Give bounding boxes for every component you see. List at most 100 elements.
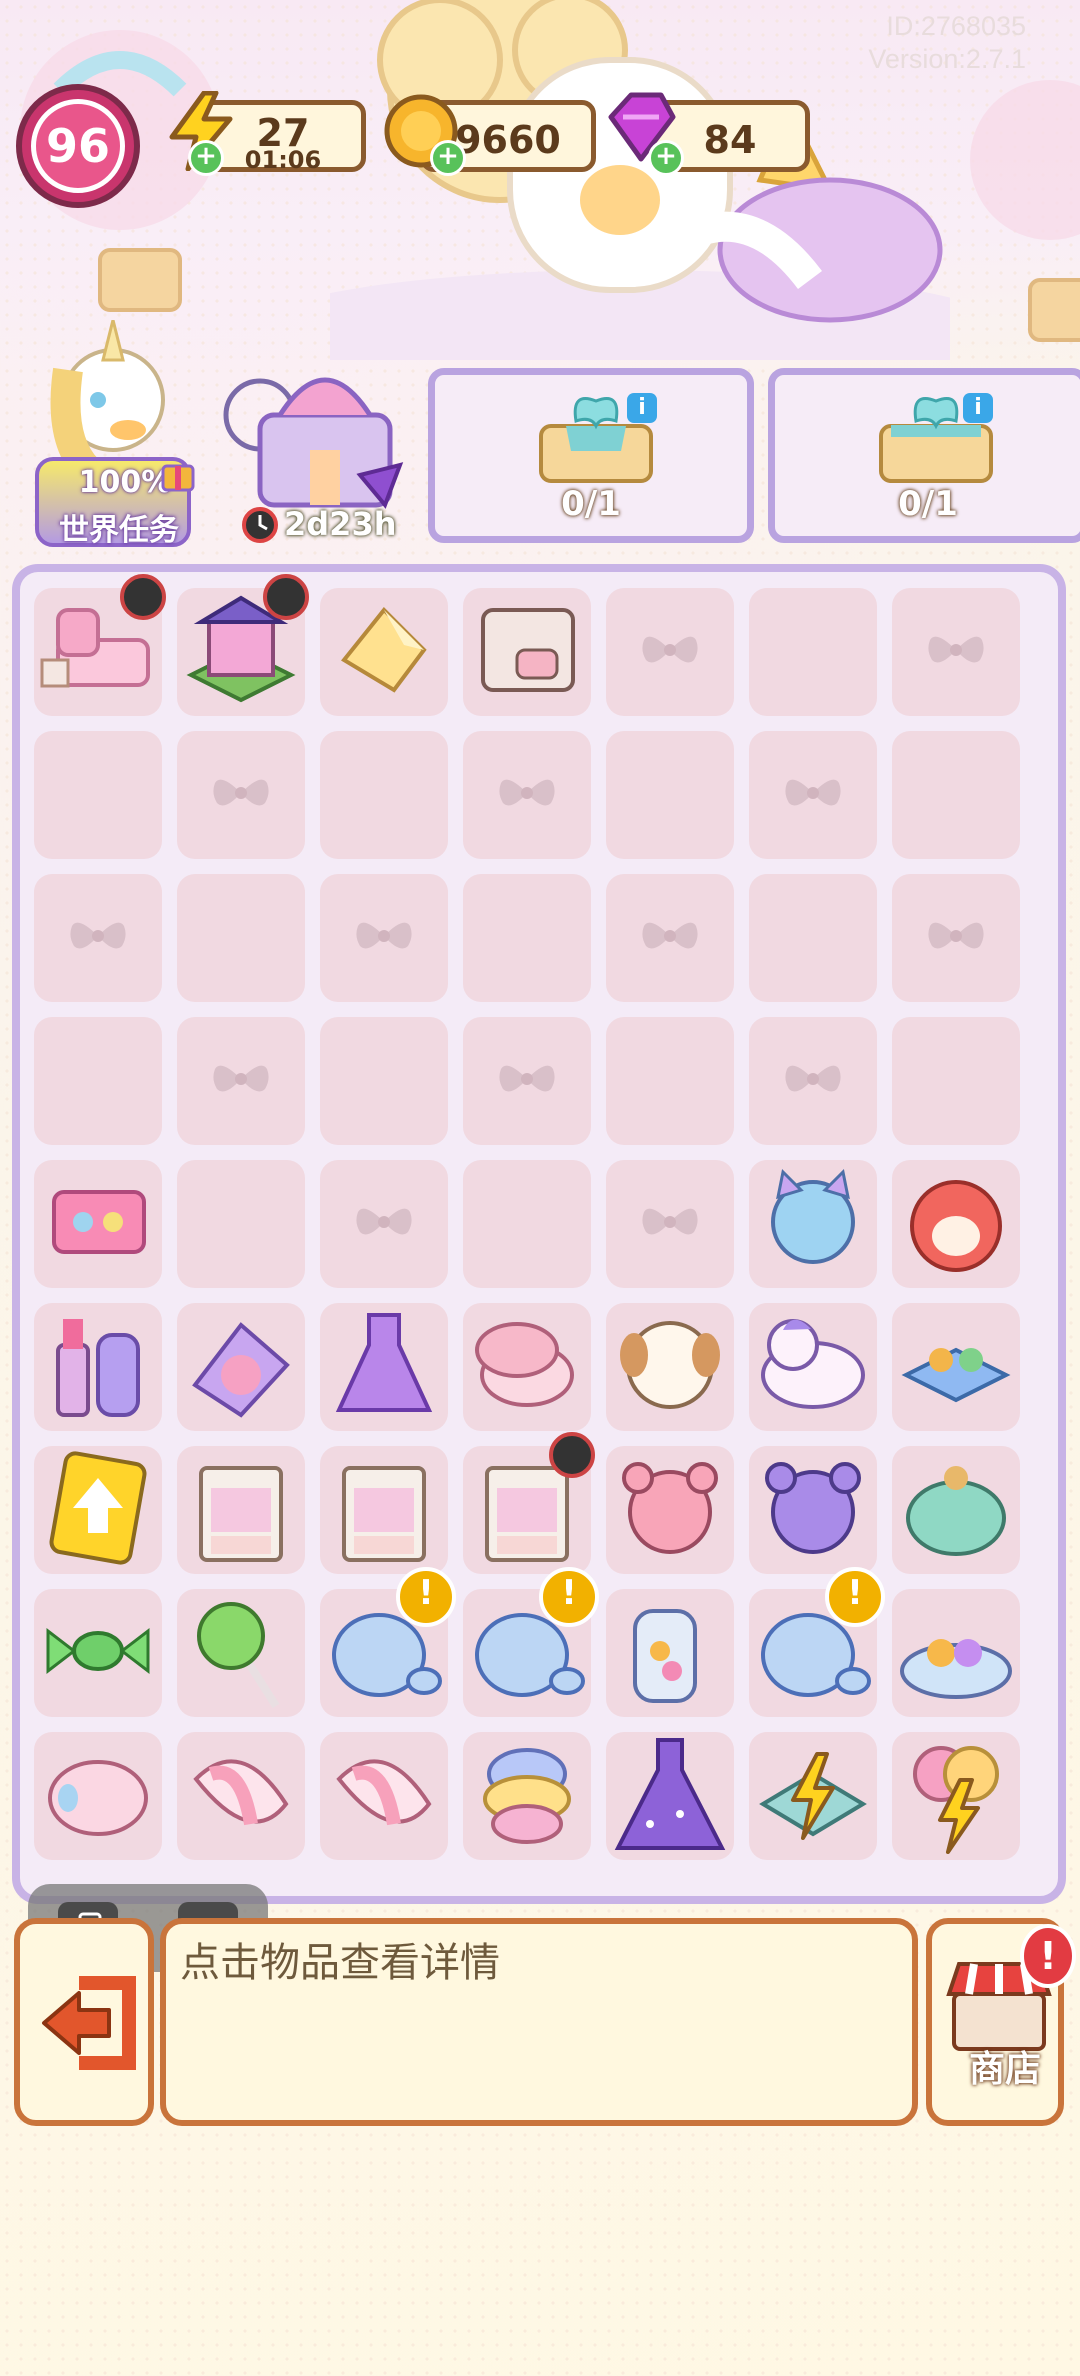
board-cell[interactable] — [177, 574, 309, 716]
candy-plate-icon[interactable] — [896, 1591, 1016, 1711]
energy-gift-box-icon[interactable] — [753, 1734, 873, 1854]
board-cell[interactable] — [606, 874, 734, 1002]
pink-bear-plush-icon[interactable] — [610, 1448, 730, 1568]
board-cell[interactable] — [749, 1017, 877, 1145]
wardrobe-icon[interactable] — [181, 1448, 301, 1568]
board-cell[interactable] — [34, 1732, 162, 1860]
board-cell[interactable] — [749, 874, 877, 1002]
board-cell[interactable] — [749, 731, 877, 859]
ball-gown-icon[interactable] — [610, 1734, 730, 1854]
board-cell[interactable] — [892, 1446, 1020, 1574]
blush-compact-icon[interactable] — [181, 1305, 301, 1425]
board-cell[interactable] — [34, 1160, 162, 1288]
board-cell[interactable] — [177, 1589, 305, 1717]
pastel-cotton-candy-icon[interactable] — [467, 1734, 587, 1854]
upgrade-card-icon[interactable] — [38, 1448, 158, 1568]
marshmallow-icon[interactable] — [38, 1734, 158, 1854]
puppy-plush-icon[interactable] — [610, 1305, 730, 1425]
order-info-button-2[interactable]: i — [963, 393, 993, 423]
lipstick-set-icon[interactable] — [38, 1305, 158, 1425]
board-cell[interactable] — [892, 1017, 1020, 1145]
add-coins-button[interactable]: + — [430, 140, 466, 176]
exit-panel[interactable] — [14, 1918, 154, 2126]
board-cell[interactable] — [177, 1160, 305, 1288]
board-cell[interactable] — [320, 1160, 448, 1288]
pig-dresser-icon[interactable] — [467, 590, 587, 710]
board-cell[interactable] — [606, 1732, 734, 1860]
board-cell[interactable]: ! — [463, 1567, 599, 1717]
board-cell[interactable] — [320, 1017, 448, 1145]
board-cell[interactable]: ! — [749, 1567, 885, 1717]
board-cell[interactable] — [34, 1589, 162, 1717]
order-info-button-1[interactable]: i — [627, 393, 657, 423]
board-cell[interactable] — [892, 731, 1020, 859]
board-cell[interactable] — [463, 588, 591, 716]
board-cell[interactable] — [606, 731, 734, 859]
board-cell[interactable] — [320, 1303, 448, 1431]
purple-dress-icon[interactable] — [324, 1305, 444, 1425]
board-cell[interactable] — [320, 588, 448, 716]
board-cell[interactable] — [892, 1589, 1020, 1717]
board-cell[interactable] — [749, 1732, 877, 1860]
red-hamster-plush-icon[interactable] — [896, 1162, 1016, 1282]
unicorn-plush-icon[interactable] — [753, 1305, 873, 1425]
board-cell[interactable] — [463, 1732, 591, 1860]
board-cell[interactable] — [177, 1017, 305, 1145]
board-cell[interactable] — [34, 574, 166, 716]
player-level-badge[interactable]: 96 — [16, 84, 140, 208]
board-cell[interactable] — [177, 1732, 305, 1860]
board-cell[interactable] — [320, 731, 448, 859]
board-cell[interactable] — [177, 1303, 305, 1431]
order-slot-2[interactable]: i 0/1 — [768, 368, 1080, 543]
purple-bear-plush-icon[interactable] — [753, 1448, 873, 1568]
board-cell[interactable] — [34, 1446, 162, 1574]
add-gems-button[interactable]: + — [648, 140, 684, 176]
candy-jar-icon[interactable] — [610, 1591, 730, 1711]
board-cell[interactable] — [463, 1432, 595, 1574]
order-slot-1[interactable]: i 0/1 — [428, 368, 754, 543]
board-cell[interactable] — [606, 588, 734, 716]
board-cell[interactable] — [892, 588, 1020, 716]
board-cell[interactable] — [892, 1160, 1020, 1288]
wrapped-candy-icon[interactable] — [38, 1591, 158, 1711]
board-cell[interactable] — [749, 588, 877, 716]
board-cell[interactable] — [177, 731, 305, 859]
board-cell[interactable] — [177, 874, 305, 1002]
add-energy-button[interactable]: + — [188, 140, 224, 176]
marshmallow-pink-icon[interactable] — [324, 1734, 444, 1854]
board-cell[interactable] — [320, 874, 448, 1002]
board-cell[interactable] — [892, 1732, 1020, 1860]
board-cell[interactable] — [177, 1446, 305, 1574]
butter-slice-icon[interactable] — [324, 590, 444, 710]
board-cell[interactable] — [606, 1303, 734, 1431]
board-cell[interactable] — [749, 1303, 877, 1431]
board-cell[interactable] — [463, 731, 591, 859]
board-cell[interactable] — [34, 1017, 162, 1145]
board-cell[interactable] — [463, 1017, 591, 1145]
seal-plush-icon[interactable] — [896, 1448, 1016, 1568]
board-cell[interactable] — [892, 1303, 1020, 1431]
powder-box-icon[interactable] — [467, 1305, 587, 1425]
marshmallow-pink-icon[interactable] — [181, 1734, 301, 1854]
board-cell[interactable] — [606, 1160, 734, 1288]
lollipop-icon[interactable] — [181, 1591, 301, 1711]
board-cell[interactable] — [749, 1446, 877, 1574]
blue-cat-plush-icon[interactable] — [753, 1162, 873, 1282]
carnival-event-icon[interactable] — [220, 355, 410, 515]
board-cell[interactable] — [463, 1303, 591, 1431]
board-cell[interactable] — [606, 1589, 734, 1717]
board-cell[interactable] — [892, 874, 1020, 1002]
board-cell[interactable]: ! — [320, 1567, 456, 1717]
eyeshadow-palette-icon[interactable] — [38, 1162, 158, 1282]
board-cell[interactable] — [34, 731, 162, 859]
candy-box-icon[interactable] — [896, 1305, 1016, 1425]
energy-balloon-icon[interactable] — [896, 1734, 1016, 1854]
board-cell[interactable] — [34, 1303, 162, 1431]
board-cell[interactable] — [463, 874, 591, 1002]
board-cell[interactable] — [320, 1446, 448, 1574]
board-cell[interactable] — [463, 1160, 591, 1288]
wardrobe-icon[interactable] — [324, 1448, 444, 1568]
board-cell[interactable] — [749, 1160, 877, 1288]
board-cell[interactable] — [320, 1732, 448, 1860]
board-cell[interactable] — [34, 874, 162, 1002]
